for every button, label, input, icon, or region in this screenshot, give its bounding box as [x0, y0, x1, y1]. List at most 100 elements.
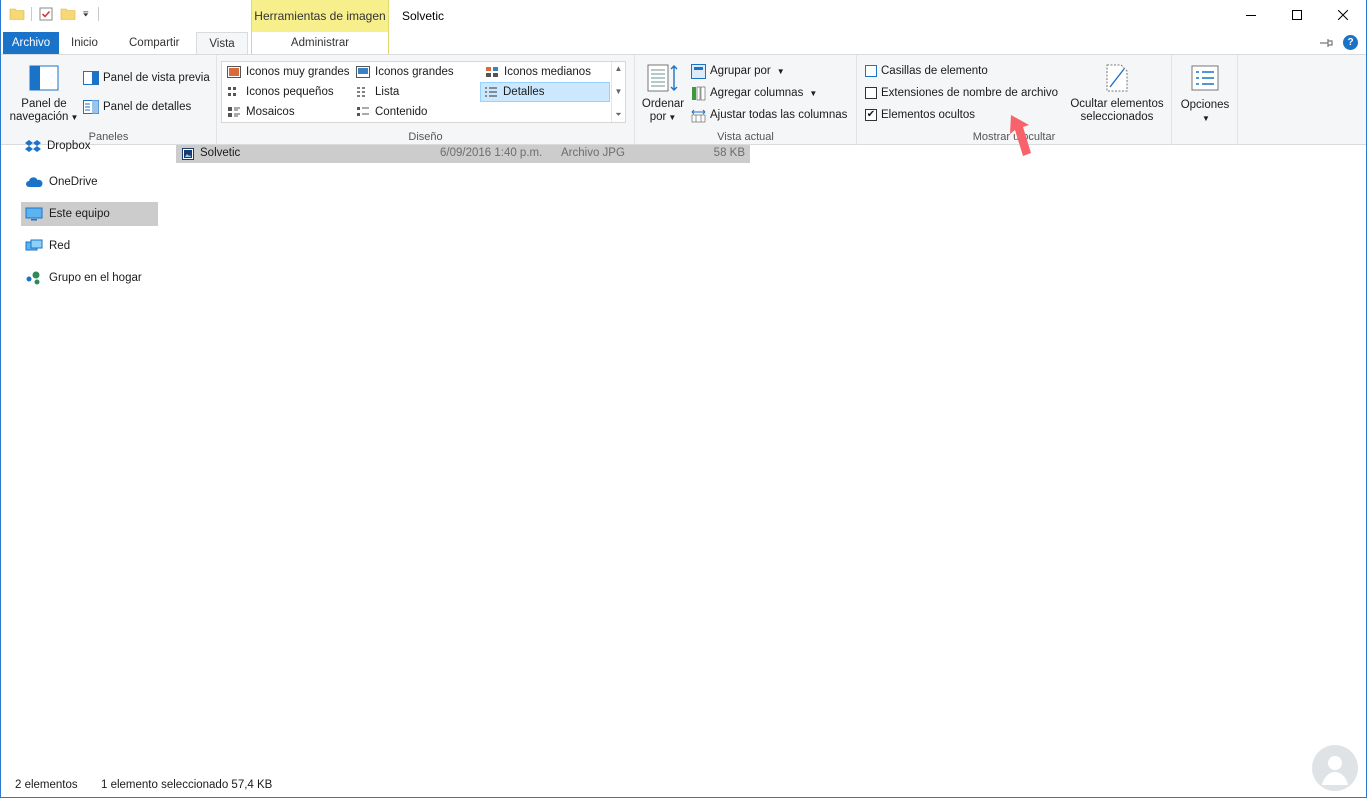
group-options: Opciones ▼: [1172, 55, 1238, 145]
chevron-down-icon[interactable]: ▼: [615, 87, 623, 96]
layout-extra-large-icons[interactable]: Iconos muy grandes: [224, 63, 350, 81]
maximize-icon: [1292, 10, 1302, 20]
group-label-layout: Diseño: [408, 131, 443, 143]
tab-manage[interactable]: Administrar: [251, 32, 389, 54]
minimize-button[interactable]: [1228, 0, 1274, 30]
details-pane-button[interactable]: Panel de detalles: [83, 98, 191, 116]
content-icon: [357, 107, 369, 116]
size-columns-label: Ajustar todas las columnas: [710, 109, 848, 121]
new-folder-icon[interactable]: [60, 6, 76, 22]
hidden-items-checkbox[interactable]: ✔: [865, 109, 877, 121]
navigation-pane-icon: [29, 65, 59, 91]
layout-content[interactable]: Contenido: [353, 103, 427, 121]
pin-icon[interactable]: [1319, 38, 1333, 48]
layout-large-icons[interactable]: Iconos grandes: [353, 63, 454, 81]
folder-icon[interactable]: [9, 6, 25, 22]
add-columns-icon: [692, 86, 706, 100]
tab-file[interactable]: Archivo: [3, 32, 59, 54]
maximize-button[interactable]: [1274, 0, 1320, 30]
layout-medium-icons-label: Iconos medianos: [504, 66, 591, 78]
title-bar: Herramientas de imagen Solvetic: [1, 0, 1366, 32]
hide-selected-label-1: Ocultar elementos: [1070, 98, 1164, 110]
tab-home[interactable]: Inicio: [61, 32, 108, 54]
layout-list[interactable]: Lista: [353, 83, 399, 101]
window-title: Solvetic: [402, 9, 445, 23]
layout-medium-icons[interactable]: Iconos medianos: [482, 63, 591, 81]
ribbon: Panel de navegación ▼ Panel de vista prev…: [1, 54, 1366, 156]
item-checkboxes-label: Casillas de elemento: [881, 65, 988, 77]
picture-tools-label: Herramientas de imagen: [251, 0, 389, 32]
layout-tiles-label: Mosaicos: [246, 106, 295, 118]
nav-item-homegroup-label: Grupo en el hogar: [49, 272, 142, 284]
layout-small-icons-label: Iconos pequeños: [246, 86, 334, 98]
file-row[interactable]: Solvetic 6/09/2016 1:40 p.m. Archivo JPG…: [176, 145, 750, 163]
chevron-up-icon[interactable]: ▲: [615, 64, 623, 73]
size-columns-button[interactable]: Ajustar todas las columnas: [691, 106, 847, 124]
sort-by-label-1: Ordenar: [641, 98, 685, 110]
file-extensions-checkbox[interactable]: [865, 87, 877, 99]
navigation-pane-button[interactable]: Panel de navegación ▼: [9, 65, 79, 124]
nav-item-network[interactable]: Red: [21, 234, 158, 258]
tiles-icon: [228, 107, 240, 117]
group-by-label: Agrupar por: [710, 65, 771, 77]
preview-pane-button[interactable]: Panel de vista previa: [83, 69, 210, 87]
hide-selected-items-button[interactable]: Ocultar elementos seleccionados: [1065, 63, 1169, 124]
details-icon: [485, 87, 497, 97]
onedrive-icon: [26, 177, 43, 187]
dropbox-icon: [25, 140, 41, 152]
nav-item-onedrive-label: OneDrive: [49, 176, 98, 188]
size-columns-icon: [691, 109, 706, 122]
nav-item-dropbox-label: Dropbox: [47, 140, 91, 152]
add-columns-button[interactable]: Agregar columnas ▼: [691, 84, 817, 102]
customize-qat-icon[interactable]: [82, 6, 92, 22]
options-button[interactable]: Opciones ▼: [1175, 65, 1235, 125]
gallery-scrollbar[interactable]: ▲ ▼ ⏷: [611, 62, 625, 122]
nav-item-dropbox[interactable]: Dropbox: [21, 137, 158, 155]
quick-access-toolbar: [9, 6, 99, 22]
file-extensions-label: Extensiones de nombre de archivo: [881, 87, 1059, 99]
close-button[interactable]: [1320, 0, 1366, 30]
layout-extra-large-icons-label: Iconos muy grandes: [246, 66, 350, 78]
preview-pane-label: Panel de vista previa: [103, 72, 210, 84]
file-extensions-toggle[interactable]: Extensiones de nombre de archivo: [865, 84, 1058, 102]
list-icon: [357, 87, 365, 97]
sort-by-icon: [647, 64, 678, 92]
chevron-down-icon: ▼: [809, 88, 818, 98]
computer-icon: [25, 207, 43, 221]
hide-selected-label-2: seleccionados: [1080, 111, 1154, 123]
chevron-down-icon: ▼: [70, 113, 79, 122]
layout-details[interactable]: Detalles: [480, 82, 610, 102]
tab-bar-right: ?: [1319, 35, 1358, 50]
qat-separator: [31, 7, 32, 21]
layout-list-label: Lista: [375, 86, 400, 98]
tab-view[interactable]: Vista: [196, 32, 248, 55]
hidden-items-toggle[interactable]: ✔ Elementos ocultos: [865, 106, 975, 124]
group-by-button[interactable]: Agrupar por ▼: [691, 62, 785, 80]
item-checkboxes-checkbox[interactable]: [865, 65, 877, 77]
file-date: 6/09/2016 1:40 p.m.: [440, 147, 543, 159]
minimize-icon: [1246, 15, 1256, 16]
layout-details-label: Detalles: [503, 86, 545, 98]
large-icons-icon: [356, 66, 370, 78]
sort-by-button[interactable]: Ordenar por ▼: [639, 63, 687, 124]
chevron-down-icon: ▼: [668, 113, 677, 122]
layout-tiles[interactable]: Mosaicos: [224, 103, 295, 121]
annotation-arrow-icon: [1010, 115, 1031, 156]
gallery-more-icon[interactable]: ⏷: [615, 110, 621, 120]
nav-item-homegroup[interactable]: Grupo en el hogar: [21, 266, 158, 290]
layout-small-icons[interactable]: Iconos pequeños: [224, 83, 334, 101]
properties-icon[interactable]: [38, 6, 54, 22]
navigation-pane: Dropbox OneDrive Este equipo Red Grupo e…: [1, 140, 161, 775]
options-icon: [1191, 65, 1219, 91]
close-icon: [1338, 10, 1348, 20]
sort-by-label-2: por ▼: [650, 111, 677, 124]
nav-item-onedrive[interactable]: OneDrive: [21, 170, 158, 194]
item-checkboxes-toggle[interactable]: Casillas de elemento: [865, 62, 988, 80]
file-type: Archivo JPG: [561, 147, 625, 159]
details-pane-icon: [83, 100, 99, 114]
layout-large-icons-label: Iconos grandes: [375, 66, 454, 78]
tab-share[interactable]: Compartir: [119, 32, 189, 54]
help-icon[interactable]: ?: [1343, 35, 1358, 50]
nav-item-this-pc[interactable]: Este equipo: [21, 202, 158, 226]
navigation-pane-label-1: Panel de: [21, 98, 67, 110]
